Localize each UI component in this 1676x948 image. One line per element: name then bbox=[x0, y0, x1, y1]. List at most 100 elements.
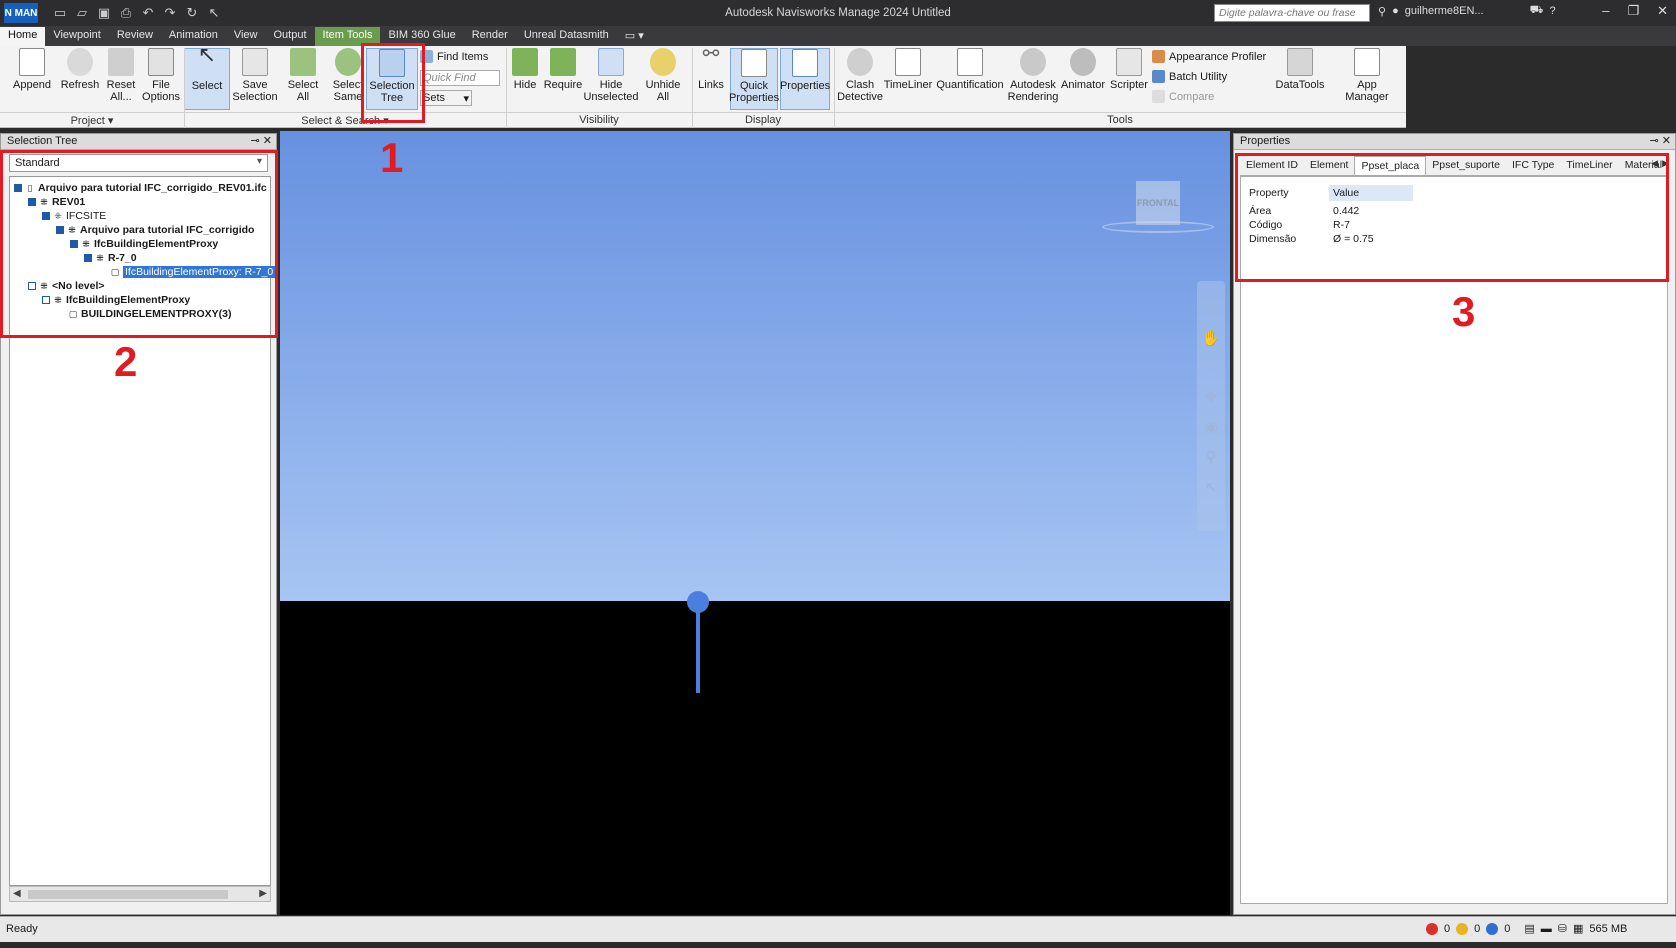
links-button[interactable]: ⚯ Links bbox=[696, 43, 726, 91]
refresh-button[interactable]: Refresh bbox=[58, 48, 102, 91]
redo-icon[interactable]: ↷ bbox=[162, 5, 178, 21]
select-arrow-icon[interactable]: ↖ bbox=[206, 5, 222, 21]
help-button[interactable]: ? bbox=[1549, 5, 1555, 17]
ribbon-group-labels: Project ▾ Select & Search ▾ Visibility D… bbox=[0, 112, 1406, 128]
tab-home[interactable]: Home bbox=[0, 27, 46, 46]
compare-button[interactable]: Compare bbox=[1152, 90, 1214, 103]
look-around-icon[interactable]: ◉ bbox=[1204, 418, 1217, 436]
close-icon[interactable]: ✕ bbox=[1662, 135, 1671, 147]
select-all-icon bbox=[290, 48, 316, 76]
hide-icon bbox=[512, 48, 538, 76]
cursor-icon: ↖ bbox=[197, 42, 217, 67]
select-button[interactable]: ↖ Select bbox=[184, 42, 230, 110]
refresh-icon bbox=[67, 48, 93, 76]
zoom-window-icon[interactable]: ⌕ bbox=[1207, 359, 1215, 376]
group-label-project[interactable]: Project ▾ bbox=[0, 114, 184, 127]
annotation-box-1 bbox=[361, 43, 425, 123]
pan-icon[interactable]: ✋ bbox=[1202, 329, 1221, 347]
memory-usage: 565 MB bbox=[1589, 922, 1628, 935]
appearance-profiler-icon bbox=[1152, 50, 1165, 63]
viewcube[interactable]: FRONTAL bbox=[1136, 181, 1180, 225]
refresh-icon[interactable]: ↻ bbox=[184, 5, 200, 21]
warning-count: 0 bbox=[1474, 922, 1481, 935]
properties-button[interactable]: Properties bbox=[780, 48, 830, 110]
orbit-icon[interactable]: ✥ bbox=[1205, 388, 1218, 406]
quantification-button[interactable]: Quantification bbox=[936, 48, 1004, 91]
info-icon[interactable] bbox=[1486, 922, 1499, 935]
scroll-right-icon[interactable]: ▶ bbox=[259, 888, 267, 899]
save-selection-icon bbox=[242, 48, 268, 76]
sets-dropdown[interactable]: Sets ▾ bbox=[420, 90, 472, 106]
group-label-select-search[interactable]: Select & Search ▾ bbox=[184, 114, 506, 127]
chevron-down-icon: ▾ bbox=[463, 92, 469, 105]
search-input[interactable]: Digite palavra-chave ou frase bbox=[1214, 4, 1370, 22]
autodesk-rendering-button[interactable]: Autodesk Rendering bbox=[1008, 48, 1058, 103]
navigation-bar: ◎ ✋ ⌕ ✥ ◉ ⚲ ↖ bbox=[1197, 281, 1225, 531]
cart-icon[interactable]: ⛟ bbox=[1530, 4, 1544, 18]
quick-find-input[interactable]: Quick Find bbox=[420, 70, 500, 86]
reset-all-button[interactable]: Reset All... bbox=[104, 48, 138, 103]
animator-button[interactable]: Animator bbox=[1060, 48, 1106, 91]
ribbon-options-icon[interactable]: ▭ ▾ bbox=[617, 27, 652, 46]
compare-icon bbox=[1152, 90, 1165, 103]
clash-detective-button[interactable]: Clash Detective bbox=[837, 48, 883, 103]
close-icon[interactable]: ✕ bbox=[263, 135, 272, 147]
minimize-icon[interactable]: – bbox=[1602, 3, 1609, 19]
require-button[interactable]: Require bbox=[543, 48, 583, 91]
hide-button[interactable]: Hide bbox=[510, 48, 540, 91]
pin-icon[interactable]: ⊸ bbox=[251, 135, 260, 147]
save-selection-button[interactable]: Save Selection bbox=[232, 48, 278, 103]
scroll-thumb[interactable] bbox=[28, 890, 228, 899]
select-icon[interactable]: ↖ bbox=[1205, 478, 1218, 496]
scripter-icon bbox=[1116, 48, 1142, 76]
tab-review[interactable]: Review bbox=[109, 27, 161, 46]
annotation-number-3: 3 bbox=[1452, 288, 1476, 335]
link-icon: ⚯ bbox=[702, 43, 720, 65]
group-label-display: Display bbox=[744, 114, 782, 126]
app-manager-button[interactable]: App Manager bbox=[1334, 48, 1400, 103]
quick-properties-button[interactable]: Quick Properties bbox=[729, 48, 779, 110]
walk-icon[interactable]: ⚲ bbox=[1206, 448, 1217, 466]
scroll-left-icon[interactable]: ◀ bbox=[13, 888, 21, 899]
tab-unreal-datasmith[interactable]: Unreal Datasmith bbox=[516, 27, 617, 46]
new-icon[interactable]: ▭ bbox=[52, 5, 68, 21]
binoculars-icon[interactable]: ⚲ bbox=[1378, 5, 1386, 18]
tab-viewpoint[interactable]: Viewpoint bbox=[45, 27, 109, 46]
find-items-button[interactable]: Find Items bbox=[420, 50, 488, 63]
user-name[interactable]: guilherme8EN... bbox=[1405, 5, 1484, 17]
model-pin-head[interactable] bbox=[687, 591, 709, 613]
file-options-button[interactable]: File Options bbox=[142, 48, 180, 103]
horizontal-scrollbar[interactable]: ◀ ▶ bbox=[9, 886, 271, 902]
properties-grid: Property Value Área 0.442 Código R-7 Dim… bbox=[1240, 176, 1668, 904]
model-pin-stem[interactable] bbox=[696, 609, 700, 693]
timeliner-button[interactable]: TimeLiner bbox=[884, 48, 932, 91]
error-icon[interactable] bbox=[1426, 922, 1438, 935]
tab-output[interactable]: Output bbox=[266, 27, 315, 46]
batch-utility-button[interactable]: Batch Utility bbox=[1152, 70, 1227, 83]
app-logo[interactable]: N MAN bbox=[4, 3, 38, 23]
pin-icon[interactable]: ⊸ bbox=[1650, 135, 1659, 147]
timeliner-icon bbox=[895, 48, 921, 76]
tab-render[interactable]: Render bbox=[464, 27, 516, 46]
3d-viewport[interactable]: FRONTAL ◎ ✋ ⌕ ✥ ◉ ⚲ ↖ bbox=[280, 131, 1230, 915]
print-icon[interactable]: ⎙ bbox=[118, 5, 134, 21]
info-count: 0 bbox=[1504, 922, 1511, 935]
ribbon-separator bbox=[692, 48, 693, 128]
close-icon[interactable]: ✕ bbox=[1657, 3, 1668, 19]
datatools-button[interactable]: DataTools bbox=[1274, 48, 1326, 91]
select-all-button[interactable]: Select All bbox=[284, 48, 322, 103]
unhide-all-button[interactable]: Unhide All bbox=[644, 48, 682, 103]
undo-icon[interactable]: ↶ bbox=[140, 5, 156, 21]
sheet-browser-icon[interactable]: ▤ bbox=[1524, 922, 1534, 935]
save-icon[interactable]: ▣ bbox=[96, 5, 112, 21]
steering-wheel-icon[interactable]: ◎ bbox=[1204, 299, 1217, 317]
scripter-button[interactable]: Scripter bbox=[1108, 48, 1150, 91]
append-button[interactable]: Append bbox=[12, 48, 52, 91]
hide-unselected-button[interactable]: Hide Unselected bbox=[583, 48, 639, 103]
tab-animation[interactable]: Animation bbox=[161, 27, 226, 46]
warning-icon[interactable] bbox=[1456, 922, 1469, 935]
open-icon[interactable]: ▱ bbox=[74, 5, 90, 21]
tab-view[interactable]: View bbox=[226, 27, 266, 46]
restore-icon[interactable]: ❐ bbox=[1627, 3, 1639, 19]
appearance-profiler-button[interactable]: Appearance Profiler bbox=[1152, 50, 1266, 63]
